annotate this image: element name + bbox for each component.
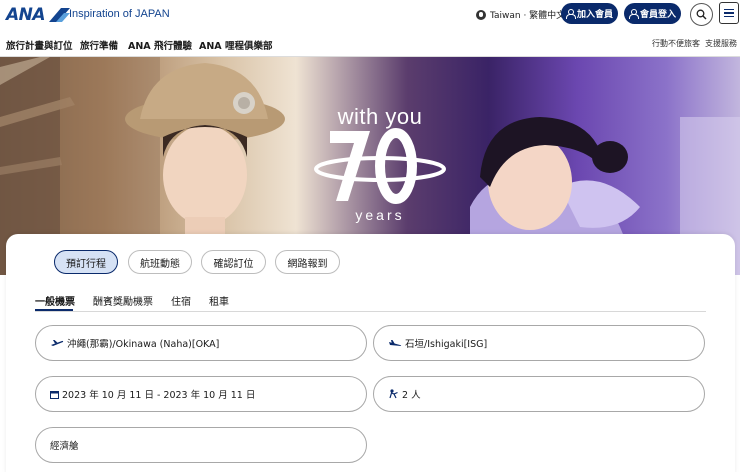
- globe-icon: [476, 9, 486, 20]
- cabin-class-field[interactable]: 經濟艙: [35, 427, 367, 463]
- ana-logo[interactable]: ANA: [6, 5, 71, 25]
- seventy-numeral-graphic: [314, 128, 446, 204]
- destination-field[interactable]: 石垣/Ishigaki[ISG]: [373, 325, 705, 361]
- nav-link-support[interactable]: 支援服務: [705, 38, 737, 49]
- origin-field[interactable]: 沖繩(那霸)/Okinawa (Naha)[OKA]: [35, 325, 367, 361]
- hamburger-menu-button[interactable]: [719, 2, 739, 24]
- search-button[interactable]: [690, 3, 713, 26]
- member-login-label: 會員登入: [639, 10, 676, 20]
- subtab-regular-ticket[interactable]: 一般機票: [35, 293, 75, 308]
- passenger-icon: [388, 389, 399, 399]
- brand-tagline: Inspiration of JAPAN: [69, 8, 170, 20]
- subtab-hotel[interactable]: 住宿: [171, 293, 191, 308]
- subtab-car-rental[interactable]: 租車: [209, 293, 229, 308]
- tab-online-checkin[interactable]: 網路報到: [275, 250, 340, 274]
- search-icon: [696, 9, 707, 20]
- region-language-selector[interactable]: Taiwan · 繁體中文: [476, 8, 565, 21]
- menu-bar-icon: [724, 12, 734, 14]
- passengers-value: 2 人: [402, 390, 421, 401]
- nav-item-flight-experience[interactable]: ANA 飛行體驗: [128, 38, 192, 52]
- departure-plane-icon: [50, 339, 64, 347]
- travel-dates-value: 2023 年 10 月 11 日 - 2023 年 10 月 11 日: [62, 390, 256, 401]
- destination-value: 石垣/Ishigaki[ISG]: [405, 339, 488, 350]
- join-member-button[interactable]: 加入會員: [561, 3, 618, 24]
- logo-mark-icon: [49, 8, 71, 22]
- booking-widget: 預訂行程 航班動態 確認訂位 網路報到 一般機票 酬賓獎勵機票 住宿 租車 沖繩…: [6, 234, 735, 472]
- travel-dates-field[interactable]: 2023 年 10 月 11 日 - 2023 年 10 月 11 日: [35, 376, 367, 412]
- tab-book-trip[interactable]: 預訂行程: [54, 250, 118, 274]
- person-icon: [565, 9, 576, 19]
- tab-confirm-booking[interactable]: 確認訂位: [201, 250, 266, 274]
- calendar-icon: [50, 390, 59, 399]
- subtab-divider: [35, 311, 706, 312]
- logo-wordmark: ANA: [6, 5, 46, 25]
- member-login-button[interactable]: 會員登入: [624, 3, 681, 24]
- join-member-label: 加入會員: [576, 10, 613, 20]
- nav-item-travel-prep[interactable]: 旅行準備: [80, 38, 118, 52]
- main-nav: 旅行計畫與訂位 旅行準備 ANA 飛行體驗 ANA 哩程俱樂部 行動不便旅客 支…: [0, 30, 740, 57]
- hero-years: years: [355, 207, 405, 223]
- menu-bar-icon: [724, 15, 734, 18]
- person-icon: [628, 9, 639, 19]
- arrival-plane-icon: [388, 339, 402, 347]
- site-header: ANA Inspiration of JAPAN Taiwan · 繁體中文 加…: [0, 0, 740, 30]
- nav-link-accessibility[interactable]: 行動不便旅客: [652, 38, 700, 49]
- subtab-award-ticket[interactable]: 酬賓獎勵機票: [93, 293, 153, 308]
- nav-item-mileage-club[interactable]: ANA 哩程俱樂部: [199, 38, 272, 52]
- nav-item-travel-planning[interactable]: 旅行計畫與訂位: [6, 38, 73, 52]
- tab-flight-status[interactable]: 航班動態: [128, 250, 192, 274]
- region-label: Taiwan · 繁體中文: [490, 11, 566, 21]
- cabin-class-value: 經濟艙: [50, 441, 79, 452]
- passengers-field[interactable]: 2 人: [373, 376, 705, 412]
- menu-bar-icon: [724, 8, 734, 11]
- origin-value: 沖繩(那霸)/Okinawa (Naha)[OKA]: [67, 339, 220, 350]
